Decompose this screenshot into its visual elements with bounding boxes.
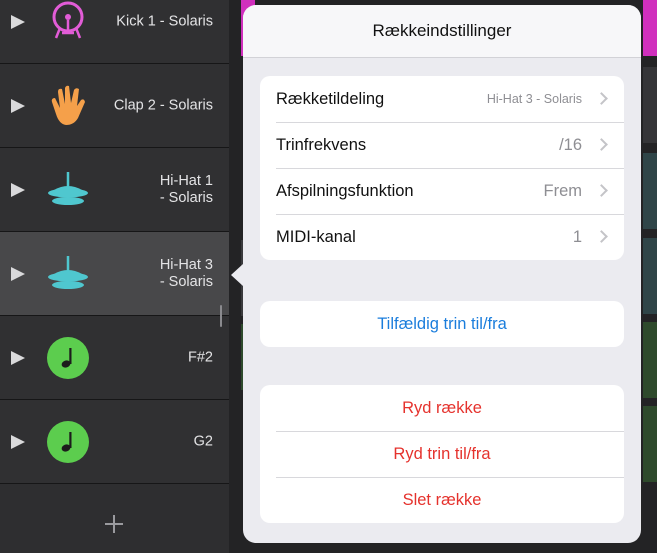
kick-drum-icon — [52, 1, 84, 38]
row-assignment-cell[interactable]: Rækketildeling Hi-Hat 3 - Solaris — [260, 76, 624, 122]
play-icon[interactable] — [11, 434, 25, 449]
track-row-f2[interactable]: F#2 — [0, 316, 229, 400]
chevron-right-icon — [595, 92, 608, 105]
play-icon[interactable] — [11, 266, 25, 281]
cell-label: Trinfrekvens — [276, 136, 367, 154]
chevron-right-icon — [595, 230, 608, 243]
cell-label: Afspilningsfunktion — [276, 182, 414, 200]
step-cell[interactable] — [643, 153, 657, 229]
scrollbar[interactable] — [220, 305, 222, 327]
hihat-cymbal-icon — [48, 171, 88, 205]
track-label: Kick 1 - Solaris — [116, 13, 213, 29]
track-row-g2[interactable]: G2 — [0, 400, 229, 484]
actions-group: Ryd række Ryd trin til/fra Slet række — [260, 385, 624, 523]
add-row-button[interactable]: + — [102, 512, 126, 536]
delete-row-button[interactable]: Slet række — [260, 477, 624, 523]
popover-title: Rækkeindstillinger — [243, 5, 641, 58]
step-rate-cell[interactable]: Trinfrekvens /16 — [260, 122, 624, 168]
cell-value: Frem — [543, 182, 583, 200]
track-row-kick[interactable]: Kick 1 - Solaris — [0, 0, 229, 64]
settings-group: Rækketildeling Hi-Hat 3 - Solaris Trinfr… — [260, 76, 624, 260]
track-label: Clap 2 - Solaris — [113, 97, 213, 113]
hand-clap-icon — [51, 85, 85, 125]
step-cell[interactable] — [643, 406, 657, 482]
row-settings-popover: Rækkeindstillinger Rækketildeling Hi-Hat… — [243, 5, 641, 543]
step-cell[interactable] — [643, 0, 657, 56]
track-row-hihat-1[interactable]: Hi-Hat 1 - Solaris — [0, 148, 229, 232]
hihat-cymbal-icon — [48, 255, 88, 289]
music-note-icon — [47, 420, 89, 463]
popover-arrow — [231, 264, 243, 286]
step-cell[interactable] — [643, 238, 657, 314]
cell-label: MIDI-kanal — [276, 228, 356, 246]
cell-value: /16 — [559, 136, 582, 154]
play-icon[interactable] — [11, 14, 25, 29]
random-steps-button[interactable]: Tilfældig trin til/fra — [260, 301, 624, 347]
clear-steps-button[interactable]: Ryd trin til/fra — [260, 431, 624, 477]
play-icon[interactable] — [11, 350, 25, 365]
track-row-clap[interactable]: Clap 2 - Solaris — [0, 64, 229, 148]
track-label: Hi-Hat 1 - Solaris — [159, 172, 213, 206]
track-list: Kick 1 - Solaris Clap 2 - Solaris Hi-Hat… — [0, 0, 229, 553]
play-icon[interactable] — [11, 182, 25, 197]
clear-row-button[interactable]: Ryd række — [260, 385, 624, 431]
track-label: G2 — [193, 433, 213, 449]
chevron-right-icon — [595, 184, 608, 197]
cell-value: Hi-Hat 3 - Solaris — [486, 92, 582, 106]
cell-value: 1 — [572, 228, 582, 246]
track-label: Hi-Hat 3 - Solaris — [159, 256, 213, 290]
step-cell[interactable] — [643, 322, 657, 398]
chevron-right-icon — [595, 138, 608, 151]
track-label: F#2 — [188, 349, 213, 365]
playback-mode-cell[interactable]: Afspilningsfunktion Frem — [260, 168, 624, 214]
random-group: Tilfældig trin til/fra — [260, 301, 624, 347]
play-icon[interactable] — [11, 98, 25, 113]
midi-channel-cell[interactable]: MIDI-kanal 1 — [260, 214, 624, 260]
track-row-hihat-3[interactable]: Hi-Hat 3 - Solaris — [0, 232, 229, 316]
music-note-icon — [47, 336, 89, 379]
step-cell[interactable] — [643, 67, 657, 143]
cell-label: Rækketildeling — [276, 90, 385, 108]
